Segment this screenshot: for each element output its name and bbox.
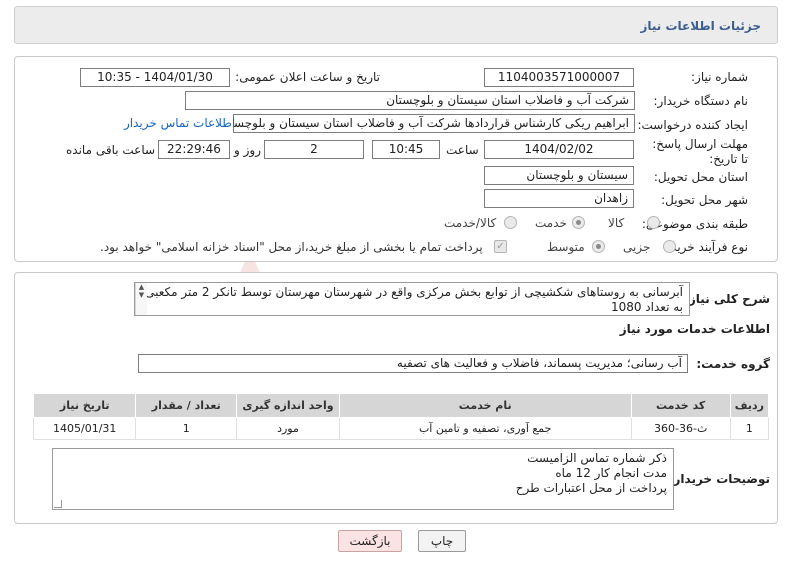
buyer-note-line: ذکر شماره تماس الزامیست xyxy=(527,451,667,465)
deadline-time-label: ساعت xyxy=(446,143,479,157)
general-desc-box: آبرسانی به روستاهای شکشیچی از توابع بخش … xyxy=(134,282,690,316)
general-desc-label: شرح کلی نیاز: xyxy=(684,292,770,306)
buyer-org-field: شرکت آب و فاضلاب استان سیستان و بلوچستان xyxy=(185,91,635,110)
col-header-quantity: تعداد / مقدار xyxy=(135,393,238,418)
col-header-service-name: نام خدمت xyxy=(338,393,632,418)
category-goods-radio[interactable] xyxy=(647,216,660,229)
buyer-contact-link[interactable]: اطلاعات تماس خریدار xyxy=(124,116,235,130)
purchase-medium-label: متوسط xyxy=(547,240,585,254)
province-field: سیستان و بلوچستان xyxy=(484,166,634,185)
city-field: زاهدان xyxy=(484,189,634,208)
print-button[interactable]: چاپ xyxy=(418,530,466,552)
back-button[interactable]: بازگشت xyxy=(338,530,402,552)
remaining-label: ساعت باقی مانده xyxy=(66,143,156,157)
col-header-service-code: کد خدمت xyxy=(630,393,731,418)
requester-field: ابراهیم ریکی کارشناس قراردادها شرکت آب و… xyxy=(233,114,635,133)
announce-datetime-label: تاریخ و ساعت اعلان عمومی: xyxy=(235,70,380,84)
service-group-label: گروه خدمت: xyxy=(696,357,770,371)
province-label: استان محل تحویل: xyxy=(653,170,748,184)
announce-datetime-field: 1404/01/30 - 10:35 xyxy=(80,68,230,87)
resize-handle-icon[interactable] xyxy=(54,500,62,508)
cell-need-date: 1405/01/31 xyxy=(32,417,137,440)
category-goods-service-radio[interactable] xyxy=(504,216,517,229)
treasury-payment-note: پرداخت تمام یا بخشی از مبلغ خرید،از محل … xyxy=(100,240,483,254)
col-header-unit: واحد اندازه گیری xyxy=(236,393,340,418)
buyer-note-line: مدت انجام کار 12 ماه xyxy=(555,466,667,480)
buyer-notes-label: توضیحات خریدار: xyxy=(668,472,770,486)
service-group-field: آب رسانی؛ مدیریت پسماند، فاضلاب و فعالیت… xyxy=(138,354,688,373)
col-header-need-date: تاریخ نیاز xyxy=(32,393,137,418)
treasury-payment-checkbox[interactable]: ✓ xyxy=(494,240,507,253)
buyer-org-label: نام دستگاه خریدار: xyxy=(653,94,749,108)
buyer-notes-box: ذکر شماره تماس الزامیست مدت انجام کار 12… xyxy=(52,448,674,510)
table-row: 1 ث-36-360 جمع آوری، تصفیه و تامین آب مو… xyxy=(32,417,770,440)
col-header-row-number: ردیف xyxy=(729,393,770,418)
category-goods-service-label: کالا/خدمت xyxy=(444,216,497,230)
general-desc-text: آبرسانی به روستاهای شکشیچی از توابع بخش … xyxy=(145,285,683,314)
buyer-note-line: پرداخت از محل اعتبارات طرح xyxy=(515,481,667,495)
page-title: جزئیات اطلاعات نیاز xyxy=(640,19,761,33)
requester-label: ایجاد کننده درخواست: xyxy=(637,118,748,132)
cell-service-code: ث-36-360 xyxy=(630,417,731,440)
cell-quantity: 1 xyxy=(135,417,238,440)
purchase-minor-radio[interactable] xyxy=(663,240,676,253)
category-goods-label: کالا xyxy=(608,216,625,230)
general-desc-scrollbar[interactable]: ▲ ▼ xyxy=(135,283,147,315)
services-table: ردیف کد خدمت نام خدمت واحد اندازه گیری ت… xyxy=(32,393,770,440)
need-number-label: شماره نیاز: xyxy=(691,70,748,84)
category-service-radio[interactable] xyxy=(572,216,585,229)
deadline-label: مهلت ارسال پاسخ: تا تاریخ: xyxy=(652,137,748,166)
page-header: جزئیات اطلاعات نیاز xyxy=(14,6,778,44)
deadline-date-field: 1404/02/02 xyxy=(484,140,634,159)
days-field: 2 xyxy=(264,140,364,159)
cell-row-number: 1 xyxy=(729,417,770,440)
services-table-wrap: ردیف کد خدمت نام خدمت واحد اندازه گیری ت… xyxy=(32,393,770,440)
services-info-title: اطلاعات خدمات مورد نیاز xyxy=(619,322,770,336)
days-label: روز و xyxy=(234,143,261,157)
need-number-field: 1104003571000007 xyxy=(484,68,634,87)
cell-service-name: جمع آوری، تصفیه و تامین آب xyxy=(338,417,632,440)
cell-unit: مورد xyxy=(236,417,340,440)
purchase-minor-label: جزیی xyxy=(623,240,651,254)
purchase-medium-radio[interactable] xyxy=(592,240,605,253)
remaining-time-field: 22:29:46 xyxy=(158,140,230,159)
services-table-header-row: ردیف کد خدمت نام خدمت واحد اندازه گیری ت… xyxy=(32,393,770,418)
deadline-time-field: 10:45 xyxy=(372,140,440,159)
city-label: شهر محل تحویل: xyxy=(661,193,748,207)
category-service-label: خدمت xyxy=(535,216,567,230)
